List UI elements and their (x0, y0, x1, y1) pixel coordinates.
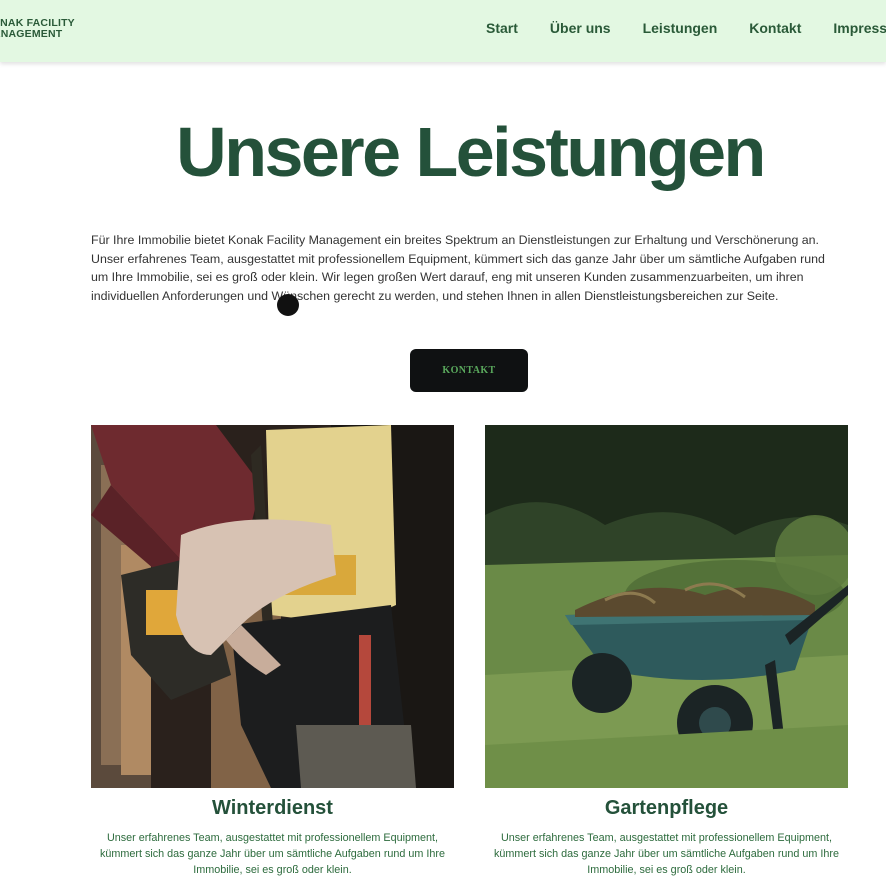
service-title: Winterdienst (212, 797, 333, 819)
nav-item-ueber-uns[interactable]: Über uns (550, 20, 611, 36)
main-nav: Start Über uns Leistungen Kontakt Impres… (486, 20, 886, 36)
logo[interactable]: KONAK FACILITY MANAGEMENT (0, 18, 75, 40)
service-text: Unser erfahrenes Team, ausgestattet mit … (99, 832, 446, 876)
nav-item-leistungen[interactable]: Leistungen (643, 20, 718, 36)
wheelbarrow-photo-icon (485, 425, 848, 788)
nav-item-start[interactable]: Start (486, 20, 518, 36)
contact-button[interactable]: KONTAKT (410, 349, 528, 392)
nav-item-kontakt[interactable]: Kontakt (749, 20, 801, 36)
service-text: Unser erfahrenes Team, ausgestattet mit … (493, 832, 840, 876)
nav-item-impressum[interactable]: Impressum (833, 20, 886, 36)
page-title: Unsere Leistungen (176, 113, 766, 191)
service-card-winterdienst: Winterdienst Unser erfahrenes Team, ausg… (91, 425, 454, 878)
site-header: KONAK FACILITY MANAGEMENT Start Über uns… (0, 0, 886, 62)
cursor-dot-icon (277, 294, 299, 316)
tool-belt-photo-icon (91, 425, 454, 788)
intro-text: Für Ihre Immobilie bietet Konak Facility… (91, 233, 825, 303)
logo-line-2: MANAGEMENT (0, 28, 63, 40)
service-title: Gartenpflege (604, 797, 729, 819)
service-card-gartenpflege: Gartenpflege Unser erfahrenes Team, ausg… (485, 425, 848, 878)
